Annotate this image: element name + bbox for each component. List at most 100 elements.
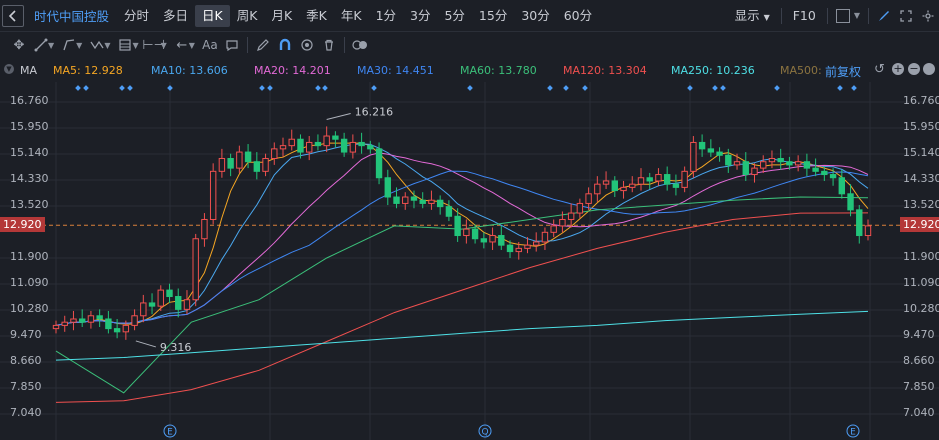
candle-body bbox=[541, 231, 549, 243]
settings-icon[interactable] bbox=[923, 63, 935, 75]
add-icon[interactable]: + bbox=[892, 63, 904, 75]
candle-body bbox=[829, 174, 837, 179]
candle-body bbox=[96, 315, 103, 320]
candle-body bbox=[61, 321, 68, 326]
event-dot bbox=[167, 85, 173, 91]
period-tab-3[interactable]: 周K bbox=[230, 5, 265, 27]
candle-body bbox=[777, 157, 784, 163]
comment-tool-icon[interactable] bbox=[221, 34, 243, 56]
candle-body bbox=[602, 180, 610, 185]
ma-collapse-icon[interactable]: ▼ bbox=[4, 64, 14, 74]
trash-icon[interactable] bbox=[318, 34, 340, 56]
candle-body bbox=[175, 296, 182, 310]
candle-body bbox=[218, 157, 226, 172]
candle-body bbox=[550, 225, 557, 233]
chevron-down-icon[interactable]: ▼ bbox=[854, 11, 860, 20]
chevron-down-icon[interactable]: ▼ bbox=[189, 41, 195, 50]
candle-body bbox=[681, 170, 688, 188]
settings-icon[interactable] bbox=[917, 10, 939, 22]
candle-body bbox=[314, 141, 322, 147]
period-tab-9[interactable]: 5分 bbox=[437, 5, 471, 27]
fullscreen-icon[interactable] bbox=[895, 9, 917, 22]
candle-body bbox=[576, 202, 584, 214]
candle-body bbox=[733, 161, 741, 166]
period-tab-12[interactable]: 60分 bbox=[557, 5, 599, 27]
candle-body bbox=[271, 148, 278, 159]
checkbox-icon[interactable] bbox=[835, 8, 850, 23]
candle-body bbox=[122, 324, 130, 333]
kline-chart[interactable]: 16.216 9.316 E Q E bbox=[0, 82, 939, 440]
magnet-icon[interactable] bbox=[274, 34, 296, 56]
remove-icon[interactable]: − bbox=[908, 63, 920, 75]
event-dots bbox=[75, 85, 857, 91]
visibility-icon[interactable] bbox=[296, 34, 318, 56]
reset-icon[interactable]: ↺ bbox=[874, 62, 885, 77]
event-markers: EQE bbox=[163, 424, 860, 438]
candle-body bbox=[480, 238, 488, 243]
ma-lines bbox=[55, 142, 869, 403]
candle-body bbox=[672, 183, 680, 188]
y-label-left: 11.900 bbox=[10, 250, 49, 263]
toggle-icon[interactable] bbox=[349, 34, 371, 56]
collapse-icon[interactable] bbox=[2, 4, 24, 27]
ma20-value: MA20: 14.201 bbox=[254, 64, 331, 77]
candle-body bbox=[209, 170, 217, 220]
y-label-right: 13.520 bbox=[903, 198, 939, 211]
period-tab-0[interactable]: 分时 bbox=[117, 5, 156, 27]
ma-indicator-label[interactable]: MA bbox=[20, 64, 37, 77]
period-tab-11[interactable]: 30分 bbox=[514, 5, 556, 27]
period-tab-4[interactable]: 月K bbox=[264, 5, 299, 27]
period-tab-1[interactable]: 多日 bbox=[156, 5, 195, 27]
candle-body bbox=[742, 161, 749, 176]
event-dot bbox=[563, 85, 569, 91]
y-label-left: 7.040 bbox=[10, 406, 42, 419]
period-tab-8[interactable]: 3分 bbox=[403, 5, 437, 27]
candle-body bbox=[463, 228, 470, 237]
candle-body bbox=[157, 289, 164, 307]
chevron-down-icon[interactable]: ▼ bbox=[76, 41, 82, 50]
top-bar: 时代中国控股 分时 多日 日K 周K 月K 季K 年K 1分 3分 5分 15分 30分 60分 显示 … bbox=[0, 0, 939, 32]
event-dot bbox=[712, 85, 718, 91]
display-menu-button[interactable]: 显示 ▼ bbox=[728, 5, 777, 27]
period-tab-2[interactable]: 日K bbox=[195, 4, 230, 27]
chevron-down-icon[interactable]: ▼ bbox=[48, 41, 54, 50]
y-label-right: 15.950 bbox=[903, 120, 939, 133]
candle-body bbox=[716, 151, 723, 156]
divider bbox=[343, 37, 345, 53]
candle-body bbox=[402, 196, 409, 204]
candle-body bbox=[533, 241, 540, 246]
period-tab-5[interactable]: 季K bbox=[299, 5, 334, 27]
period-tab-10[interactable]: 15分 bbox=[472, 5, 514, 27]
crosshair-icon[interactable]: ✥ bbox=[8, 34, 30, 56]
candle-body bbox=[629, 183, 636, 188]
candle-body bbox=[663, 174, 671, 185]
period-tab-6[interactable]: 年K bbox=[334, 5, 369, 27]
text-tool-icon[interactable]: Aa bbox=[199, 34, 221, 56]
candle-body bbox=[594, 183, 601, 195]
pen-icon[interactable] bbox=[252, 34, 274, 56]
high-pointer bbox=[326, 112, 351, 120]
y-label-right: 16.760 bbox=[903, 94, 939, 107]
candle-body bbox=[690, 141, 697, 172]
low-label: 9.316 bbox=[160, 341, 192, 354]
y-label-right: 7.040 bbox=[903, 406, 935, 419]
candle-body bbox=[585, 193, 592, 204]
adjust-label[interactable]: 前复权 bbox=[825, 63, 861, 80]
y-label-left: 9.470 bbox=[10, 328, 42, 341]
chevron-down-icon[interactable]: ▼ bbox=[161, 41, 167, 50]
candle-body bbox=[498, 235, 505, 246]
candle-body bbox=[410, 196, 418, 201]
f10-button[interactable]: F10 bbox=[786, 5, 823, 27]
event-dot bbox=[720, 85, 726, 91]
candle-body bbox=[856, 209, 863, 237]
chevron-down-icon[interactable]: ▼ bbox=[132, 41, 138, 50]
current-price-tag-left: 12.920 bbox=[0, 217, 45, 233]
candle-body bbox=[611, 180, 618, 192]
event-dot bbox=[837, 85, 843, 91]
chevron-down-icon[interactable]: ▼ bbox=[104, 41, 110, 50]
period-tab-7[interactable]: 1分 bbox=[369, 5, 403, 27]
event-dot bbox=[119, 85, 125, 91]
y-label-left: 11.090 bbox=[10, 276, 49, 289]
ma5-value: MA5: 12.928 bbox=[53, 64, 123, 77]
brush-icon[interactable] bbox=[873, 9, 895, 23]
